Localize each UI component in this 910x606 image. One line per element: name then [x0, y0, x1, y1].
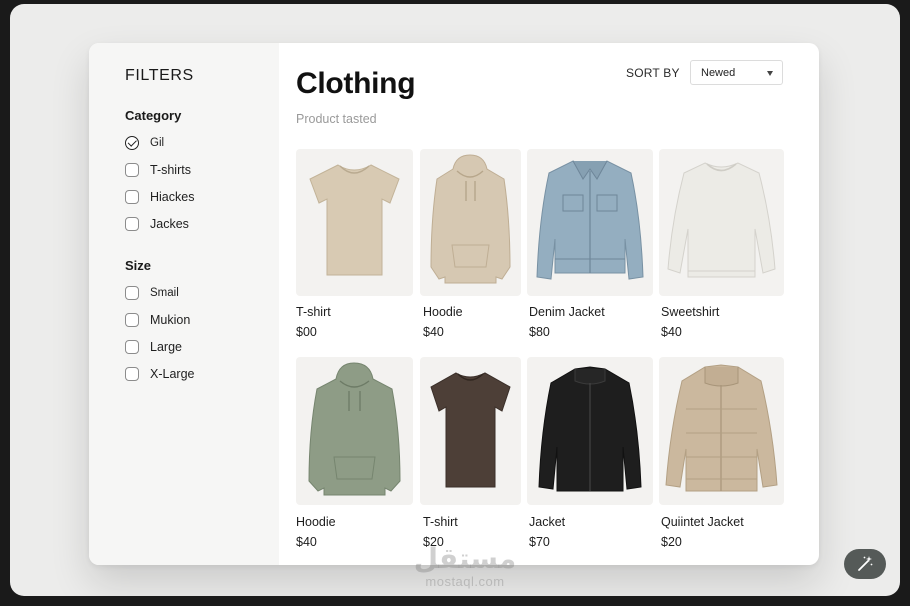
product-image	[309, 164, 400, 276]
option-label: Gil	[150, 137, 165, 149]
product-image	[665, 364, 778, 492]
magic-wand-button[interactable]	[844, 549, 886, 579]
jacket-icon	[527, 357, 653, 505]
checkbox[interactable]	[125, 313, 139, 327]
category-heading: Category	[125, 108, 182, 123]
watermark-arabic: مستقل	[413, 543, 517, 574]
size-option-xlarge[interactable]: X-Large	[125, 365, 194, 383]
product-image	[308, 362, 401, 496]
product-price: $80	[529, 325, 550, 339]
sweatshirt-icon	[659, 149, 784, 296]
product-price: $40	[661, 325, 682, 339]
product-image	[667, 162, 776, 278]
option-label: Large	[150, 340, 182, 354]
size-option-medium[interactable]: Mukion	[125, 311, 190, 329]
product-price: $40	[423, 325, 444, 339]
page-subtitle: Product tasted	[296, 112, 377, 126]
puffer-jacket-icon	[659, 357, 784, 505]
filters-sidebar: FILTERS Category Gil T-shirts Hiackes Ja…	[89, 43, 279, 565]
watermark-latin: mostaql.com	[425, 574, 505, 589]
size-option-large[interactable]: Large	[125, 338, 182, 356]
checkbox[interactable]	[125, 163, 139, 177]
product-name: Hoodie	[296, 515, 336, 529]
checkbox[interactable]	[125, 340, 139, 354]
page-title: Clothing	[296, 67, 416, 100]
option-label: X-Large	[150, 367, 195, 381]
category-option-tshirts[interactable]: T-shirts	[125, 161, 191, 179]
product-price: $00	[296, 325, 317, 339]
product-name: T-shirt	[423, 515, 458, 529]
hoodie-icon	[420, 149, 521, 296]
denim-jacket-icon	[527, 149, 653, 296]
size-option-small[interactable]: Smail	[125, 284, 179, 302]
option-label: Mukion	[150, 313, 191, 327]
option-label: Jackes	[150, 217, 189, 231]
product-image	[536, 160, 644, 280]
product-name: T-shirt	[296, 305, 331, 319]
checkbox[interactable]	[125, 367, 139, 381]
product-listing-card: FILTERS Category Gil T-shirts Hiackes Ja…	[89, 43, 819, 565]
sort-value: Newed	[701, 67, 736, 79]
product-image	[430, 154, 511, 284]
chevron-down-icon	[767, 71, 773, 76]
magic-wand-icon	[858, 556, 873, 571]
tshirt-icon	[420, 357, 521, 505]
category-option-jackes[interactable]: Jackes	[125, 215, 189, 233]
option-label: T-shirts	[150, 163, 191, 177]
product-image	[430, 372, 511, 488]
sort-label: SORT BY	[626, 66, 680, 80]
checkbox[interactable]	[125, 190, 139, 204]
product-price: $70	[529, 535, 550, 549]
category-option-gil[interactable]: Gil	[125, 134, 164, 152]
sort-dropdown[interactable]: Newed	[690, 60, 783, 85]
checkbox[interactable]	[125, 286, 139, 300]
category-option-hiackes[interactable]: Hiackes	[125, 188, 194, 206]
checkbox[interactable]	[125, 217, 139, 231]
option-label: Smail	[150, 287, 179, 299]
product-name: Sweetshirt	[661, 305, 720, 319]
product-image	[538, 366, 642, 492]
size-heading: Size	[125, 258, 152, 273]
hoodie-icon	[296, 357, 413, 505]
app-window: FILTERS Category Gil T-shirts Hiackes Ja…	[10, 4, 900, 596]
product-price: $40	[296, 535, 317, 549]
product-name: Jacket	[529, 515, 566, 529]
checkbox[interactable]	[125, 136, 139, 150]
filters-title: FILTERS	[125, 67, 194, 84]
watermark: مستقل mostaql.com	[400, 543, 530, 590]
product-name: Quiintet Jacket	[661, 515, 744, 529]
product-price: $20	[661, 535, 682, 549]
option-label: Hiackes	[150, 190, 195, 204]
product-name: Denim Jacket	[529, 305, 605, 319]
tshirt-icon	[296, 149, 413, 296]
product-name: Hoodie	[423, 305, 463, 319]
